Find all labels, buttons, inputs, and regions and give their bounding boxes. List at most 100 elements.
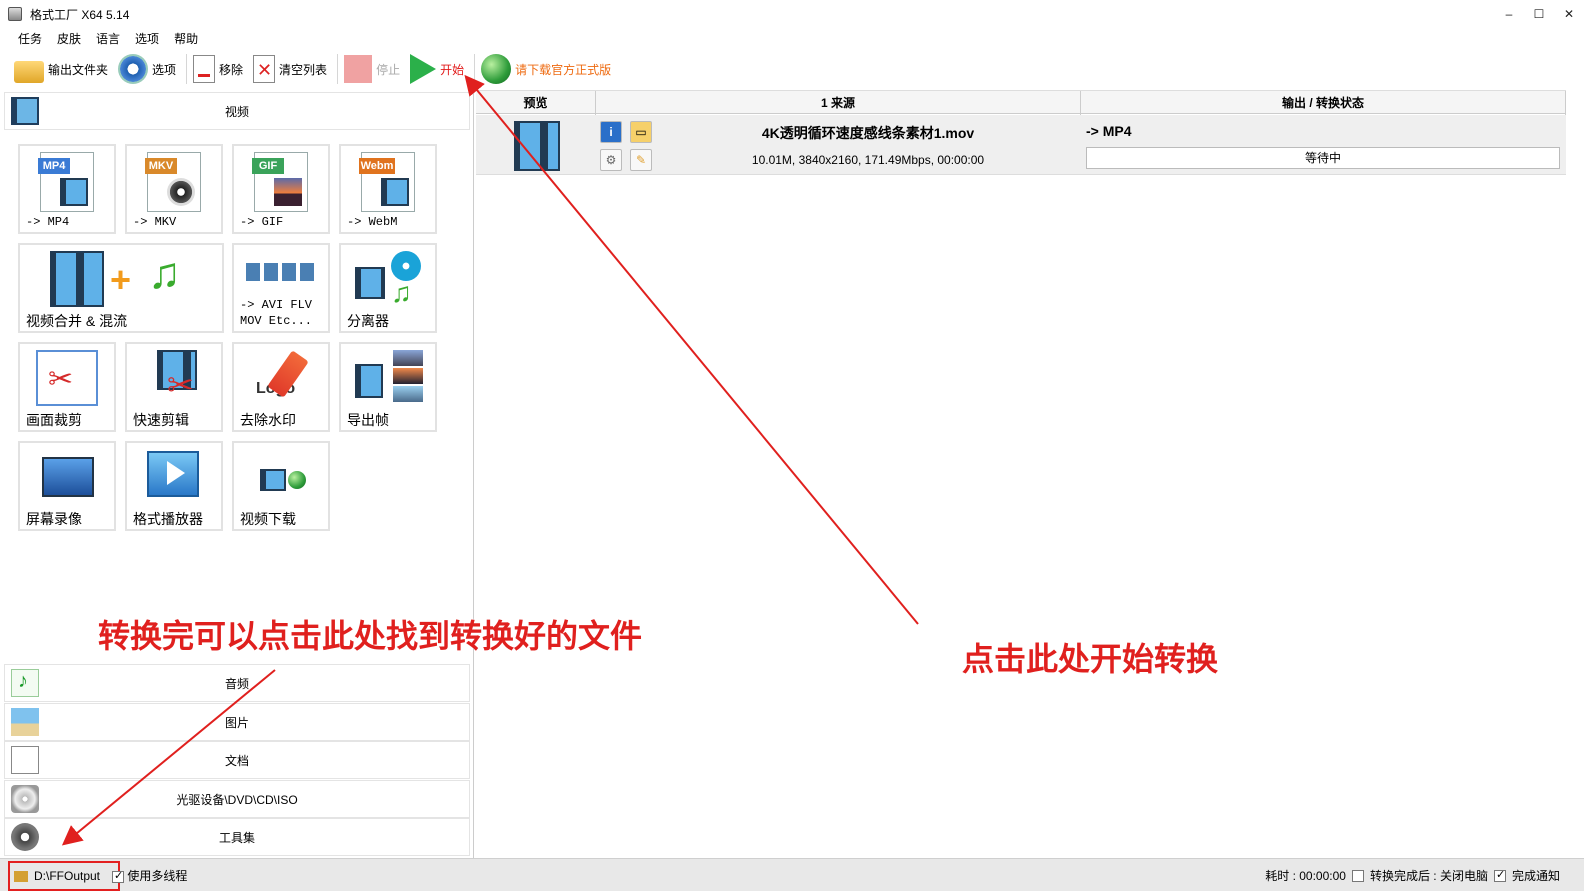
scissors-icon: ✂ — [167, 367, 194, 403]
open-folder-icon[interactable]: ▭ — [630, 121, 652, 143]
notify-checkbox[interactable] — [1493, 868, 1506, 882]
clear-list-label: 清空列表 — [279, 62, 328, 77]
category-document[interactable]: 文档 — [4, 741, 470, 779]
tile-label: 视频合并 & 混流 — [26, 313, 128, 329]
category-disc[interactable]: 光驱设备\DVD\CD\ISO — [4, 780, 470, 818]
tile-splitter[interactable]: ♫ 分离器 — [339, 243, 437, 333]
category-video[interactable]: 视频 — [4, 92, 470, 130]
menu-help[interactable]: 帮助 — [174, 30, 198, 47]
maximize-button[interactable]: ☐ — [1524, 0, 1554, 28]
formats-strip-icon — [246, 263, 318, 281]
remove-doc-icon — [193, 55, 216, 83]
download-official-link[interactable]: 请下载官方正式版 — [481, 52, 611, 86]
webm-tag: Webm — [359, 158, 395, 174]
toolbar-separator — [186, 54, 188, 84]
tile-label: 视频下载 — [240, 511, 296, 527]
title-bar: 格式工厂 X64 5.14 – ☐ ✕ — [0, 0, 1584, 28]
tile-screen-record[interactable]: 屏幕录像 — [18, 441, 116, 531]
close-button[interactable]: ✕ — [1554, 0, 1584, 28]
film-icon — [260, 469, 286, 491]
column-preview[interactable]: 预览 — [476, 91, 596, 115]
tile-remove-watermark[interactable]: Logo 去除水印 — [232, 342, 330, 432]
tile-to-gif[interactable]: GIF -> GIF — [232, 144, 330, 234]
stop-button[interactable]: 停止 — [344, 52, 400, 86]
menu-skin[interactable]: 皮肤 — [57, 30, 81, 47]
source-file-name: 4K透明循环速度感线条素材1.mov — [761, 125, 975, 141]
mp4-tag: MP4 — [38, 158, 70, 174]
output-folder-label: 输出文件夹 — [48, 62, 109, 77]
film-icon — [355, 267, 385, 299]
music-note-icon: ♫ — [148, 249, 181, 298]
tile-to-mp4[interactable]: MP4 -> MP4 — [18, 144, 116, 234]
tile-label: -> AVI FLV MOV Etc... — [240, 298, 313, 328]
film-icon — [355, 364, 383, 398]
clear-list-icon — [253, 55, 276, 83]
remove-button[interactable]: 移除 — [193, 52, 243, 86]
tile-video-download[interactable]: 视频下载 — [232, 441, 330, 531]
category-audio[interactable]: 音频 — [4, 664, 470, 702]
info-icon[interactable]: i — [600, 121, 622, 143]
shutdown-after-checkbox[interactable] — [1351, 869, 1364, 882]
image-icon — [274, 178, 302, 206]
folder-icon — [14, 61, 44, 83]
film-icon — [50, 251, 104, 307]
menu-bar: 任务 皮肤 语言 选项 帮助 — [0, 28, 1584, 48]
tile-quick-clip[interactable]: ✂ 快速剪辑 — [125, 342, 223, 432]
window-title: 格式工厂 X64 5.14 — [30, 7, 130, 22]
source-file-info: 10.01M, 3840x2160, 171.49Mbps, 00:00:00 — [751, 153, 985, 167]
annotation-click-start: 点击此处开始转换 — [962, 641, 1219, 677]
category-panel: 视频 MP4 -> MP4 MKV -> MKV GIF -> GIF Webm… — [0, 90, 474, 858]
remove-label: 移除 — [219, 62, 244, 77]
category-picture[interactable]: 图片 — [4, 703, 470, 741]
start-label: 开始 — [440, 62, 465, 77]
toolbar: 输出文件夹 选项 移除 清空列表 停止 开始 请下载官方正式版 — [0, 50, 1584, 88]
task-list: 预览 1 来源 输出 / 转换状态 i ▭ ⚙ ✎ 4K透明循环速度感线条素材1… — [476, 90, 1566, 858]
multithread-checkbox[interactable] — [112, 869, 124, 883]
tile-to-mkv[interactable]: MKV -> MKV — [125, 144, 223, 234]
options-button[interactable]: 选项 — [118, 52, 176, 86]
tile-to-avi-flv-mov[interactable]: -> AVI FLV MOV Etc... — [232, 243, 330, 333]
output-folder-button[interactable]: 输出文件夹 — [14, 52, 108, 86]
toolbar-separator — [474, 54, 476, 84]
tile-label: 导出帧 — [347, 412, 389, 428]
multithread-toggle[interactable]: 使用多线程 — [112, 867, 187, 884]
menu-options[interactable]: 选项 — [135, 30, 159, 47]
tile-to-webm[interactable]: Webm -> WebM — [339, 144, 437, 234]
output-path-text: D:\FFOutput — [34, 869, 101, 883]
category-document-label: 文档 — [224, 753, 249, 768]
status-bar: D:\FFOutput 使用多线程 耗时 : 00:00:00 转换完成后 : … — [0, 858, 1584, 891]
elapsed-time: 耗时 : 00:00:00 — [1265, 869, 1346, 883]
globe-icon — [481, 54, 512, 84]
column-output[interactable]: 输出 / 转换状态 — [1081, 91, 1566, 115]
category-tools-label: 工具集 — [218, 830, 255, 845]
category-disc-label: 光驱设备\DVD\CD\ISO — [176, 792, 298, 807]
clear-list-button[interactable]: 清空列表 — [253, 52, 327, 86]
start-button[interactable]: 开始 — [410, 52, 464, 86]
tile-label: 去除水印 — [240, 412, 296, 428]
conversion-status: 等待中 — [1086, 147, 1560, 169]
gif-tag: GIF — [252, 158, 284, 174]
minimize-button[interactable]: – — [1494, 0, 1524, 28]
download-official-label: 请下载官方正式版 — [515, 62, 612, 77]
edit-file-icon[interactable]: ✎ — [630, 149, 652, 171]
tile-label: 分离器 — [347, 313, 389, 329]
menu-task[interactable]: 任务 — [18, 30, 42, 47]
tile-export-frames[interactable]: 导出帧 — [339, 342, 437, 432]
category-video-label: 视频 — [224, 104, 249, 119]
camcorder-icon — [42, 457, 94, 497]
tile-player[interactable]: 格式播放器 — [125, 441, 223, 531]
notify-label: 完成通知 — [1511, 869, 1560, 883]
tile-label: 画面裁剪 — [26, 412, 82, 428]
tile-video-merge[interactable]: + ♫ 视频合并 & 混流 — [18, 243, 224, 333]
column-source[interactable]: 1 来源 — [596, 91, 1081, 115]
settings-gear-icon[interactable]: ⚙ — [600, 149, 622, 171]
menu-language[interactable]: 语言 — [96, 30, 120, 47]
plus-icon: + — [110, 259, 132, 300]
tile-crop[interactable]: ✂ 画面裁剪 — [18, 342, 116, 432]
category-tools[interactable]: 工具集 — [4, 818, 470, 856]
after-convert-label: 转换完成后 : 关闭电脑 — [1369, 869, 1488, 883]
output-path-button[interactable]: D:\FFOutput — [8, 861, 120, 891]
table-row[interactable]: i ▭ ⚙ ✎ 4K透明循环速度感线条素材1.mov 10.01M, 3840x… — [476, 115, 1566, 175]
globe-icon — [288, 471, 306, 489]
frame-thumb-icon — [393, 368, 423, 384]
